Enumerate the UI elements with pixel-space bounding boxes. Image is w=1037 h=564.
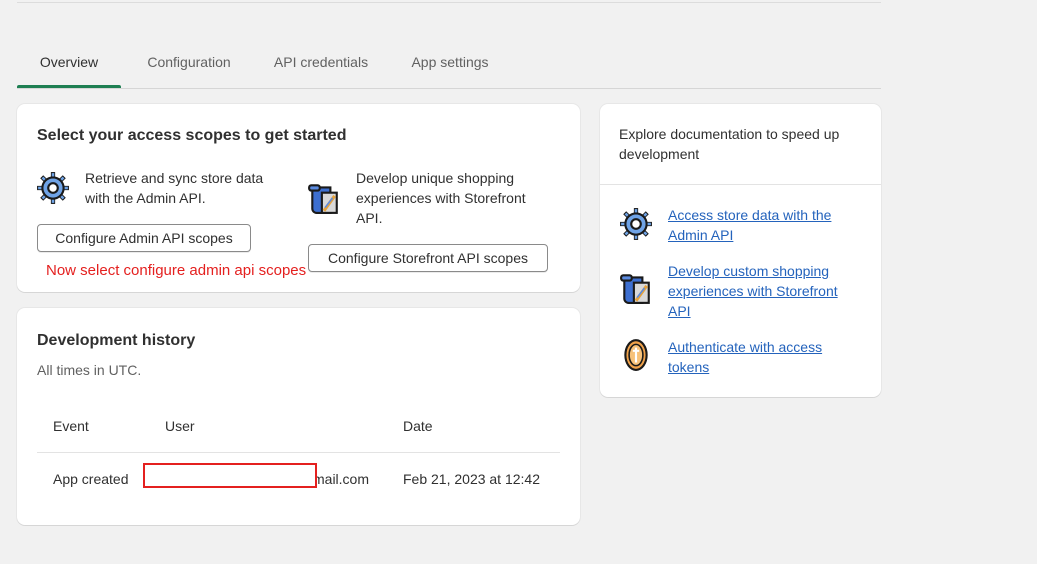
top-divider (17, 2, 881, 3)
storefront-icon (307, 183, 339, 215)
tab-bar: Overview Configuration API credentials A… (17, 44, 881, 89)
storefront-icon (619, 273, 651, 305)
event-cell: App created (53, 471, 129, 487)
admin-api-description: Retrieve and sync store data with the Ad… (85, 170, 264, 206)
documentation-card: Explore documentation to speed up develo… (600, 104, 881, 397)
date-cell: Feb 21, 2023 at 12:42 (403, 471, 540, 487)
tab-app-settings[interactable]: App settings (399, 44, 501, 87)
documentation-title: Explore documentation to speed up develo… (619, 126, 840, 162)
storefront-api-docs-link[interactable]: Develop custom shopping experiences with… (668, 261, 863, 321)
documentation-divider (600, 184, 881, 185)
tab-api-credentials[interactable]: API credentials (263, 44, 379, 87)
admin-api-docs-link[interactable]: Access store data with the Admin API (668, 205, 858, 245)
column-header-user: User (165, 418, 195, 434)
access-scopes-title: Select your access scopes to get started (37, 127, 347, 144)
coin-token-icon (624, 339, 648, 371)
tab-overview-label: Overview (39, 54, 99, 70)
tab-overview[interactable]: Overview (17, 44, 121, 88)
configure-admin-api-scopes-button[interactable]: Configure Admin API scopes (37, 224, 251, 252)
table-header-divider (37, 452, 560, 453)
gear-icon (36, 171, 70, 205)
timezone-note: All times in UTC. (37, 362, 142, 378)
storefront-api-description: Develop unique shopping experiences with… (356, 170, 526, 226)
development-history-title: Development history (37, 332, 196, 349)
development-history-card: Development history All times in UTC. Ev… (17, 308, 580, 525)
tutorial-annotation: Now select configure admin api scopes (46, 262, 307, 279)
column-header-date: Date (403, 418, 433, 434)
gear-icon (619, 207, 653, 241)
user-email-suffix: mail.com (313, 471, 370, 487)
configure-storefront-api-scopes-button[interactable]: Configure Storefront API scopes (308, 244, 548, 272)
tab-configuration[interactable]: Configuration (135, 44, 243, 87)
access-tokens-docs-link[interactable]: Authenticate with access tokens (668, 337, 848, 377)
tab-api-credentials-label: API credentials (273, 54, 369, 70)
tab-app-settings-label: App settings (411, 54, 489, 70)
active-tab-indicator (17, 85, 121, 88)
tab-configuration-label: Configuration (147, 54, 231, 70)
redaction-box (143, 463, 317, 488)
column-header-event: Event (53, 418, 89, 434)
